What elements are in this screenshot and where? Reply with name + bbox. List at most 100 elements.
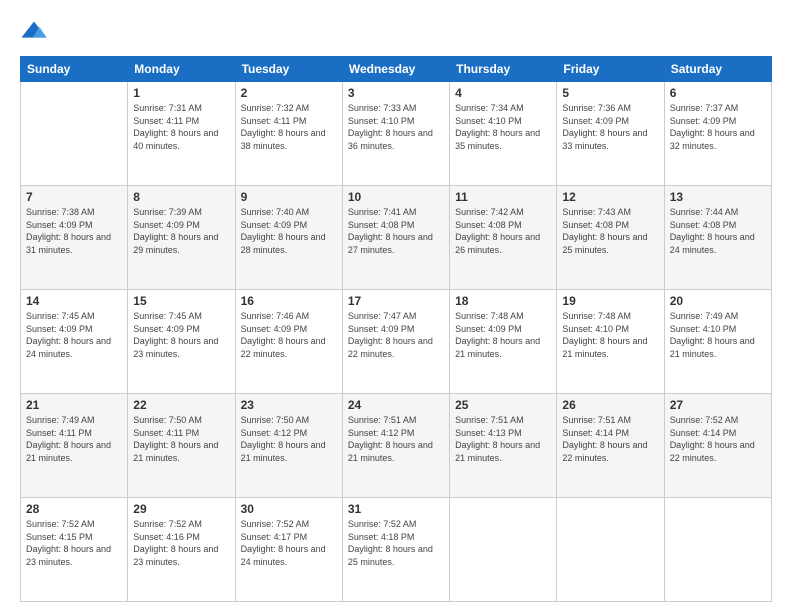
day-cell xyxy=(450,498,557,602)
day-info: Sunrise: 7:34 AMSunset: 4:10 PMDaylight:… xyxy=(455,102,551,152)
day-info: Sunrise: 7:50 AMSunset: 4:11 PMDaylight:… xyxy=(133,414,229,464)
day-number: 23 xyxy=(241,398,337,412)
day-info: Sunrise: 7:51 AMSunset: 4:13 PMDaylight:… xyxy=(455,414,551,464)
day-cell: 15 Sunrise: 7:45 AMSunset: 4:09 PMDayligh… xyxy=(128,290,235,394)
day-cell: 3 Sunrise: 7:33 AMSunset: 4:10 PMDaylight… xyxy=(342,82,449,186)
day-cell: 22 Sunrise: 7:50 AMSunset: 4:11 PMDayligh… xyxy=(128,394,235,498)
day-info: Sunrise: 7:47 AMSunset: 4:09 PMDaylight:… xyxy=(348,310,444,360)
day-info: Sunrise: 7:45 AMSunset: 4:09 PMDaylight:… xyxy=(133,310,229,360)
day-number: 20 xyxy=(670,294,766,308)
header xyxy=(20,18,772,46)
day-info: Sunrise: 7:50 AMSunset: 4:12 PMDaylight:… xyxy=(241,414,337,464)
day-info: Sunrise: 7:46 AMSunset: 4:09 PMDaylight:… xyxy=(241,310,337,360)
day-cell: 16 Sunrise: 7:46 AMSunset: 4:09 PMDayligh… xyxy=(235,290,342,394)
day-cell: 1Sunrise: 7:31 AMSunset: 4:11 PMDaylight… xyxy=(128,82,235,186)
day-number: 27 xyxy=(670,398,766,412)
day-number: 18 xyxy=(455,294,551,308)
day-number: 24 xyxy=(348,398,444,412)
day-info: Sunrise: 7:40 AMSunset: 4:09 PMDaylight:… xyxy=(241,206,337,256)
logo xyxy=(20,18,48,46)
day-info: Sunrise: 7:38 AMSunset: 4:09 PMDaylight:… xyxy=(26,206,122,256)
day-number: 3 xyxy=(348,86,444,100)
day-cell: 18 Sunrise: 7:48 AMSunset: 4:09 PMDayligh… xyxy=(450,290,557,394)
day-info: Sunrise: 7:45 AMSunset: 4:09 PMDaylight:… xyxy=(26,310,122,360)
day-cell: 23 Sunrise: 7:50 AMSunset: 4:12 PMDayligh… xyxy=(235,394,342,498)
day-info: Sunrise: 7:52 AMSunset: 4:17 PMDaylight:… xyxy=(241,518,337,568)
day-cell: 2 Sunrise: 7:32 AMSunset: 4:11 PMDaylight… xyxy=(235,82,342,186)
day-info: Sunrise: 7:39 AMSunset: 4:09 PMDaylight:… xyxy=(133,206,229,256)
day-number: 14 xyxy=(26,294,122,308)
day-number: 22 xyxy=(133,398,229,412)
day-number: 6 xyxy=(670,86,766,100)
day-number: 11 xyxy=(455,190,551,204)
weekday-header-wednesday: Wednesday xyxy=(342,57,449,82)
weekday-header-sunday: Sunday xyxy=(21,57,128,82)
day-number: 16 xyxy=(241,294,337,308)
day-info: Sunrise: 7:48 AMSunset: 4:09 PMDaylight:… xyxy=(455,310,551,360)
day-cell: 20 Sunrise: 7:49 AMSunset: 4:10 PMDayligh… xyxy=(664,290,771,394)
day-number: 13 xyxy=(670,190,766,204)
day-number: 4 xyxy=(455,86,551,100)
day-cell: 29Sunrise: 7:52 AMSunset: 4:16 PMDayligh… xyxy=(128,498,235,602)
day-cell: 7 Sunrise: 7:38 AMSunset: 4:09 PMDaylight… xyxy=(21,186,128,290)
day-number: 7 xyxy=(26,190,122,204)
weekday-header-thursday: Thursday xyxy=(450,57,557,82)
day-number: 10 xyxy=(348,190,444,204)
day-info: Sunrise: 7:37 AMSunset: 4:09 PMDaylight:… xyxy=(670,102,766,152)
week-row-1: 1Sunrise: 7:31 AMSunset: 4:11 PMDaylight… xyxy=(21,82,772,186)
day-cell: 10 Sunrise: 7:41 AMSunset: 4:08 PMDayligh… xyxy=(342,186,449,290)
week-row-2: 7 Sunrise: 7:38 AMSunset: 4:09 PMDaylight… xyxy=(21,186,772,290)
day-number: 19 xyxy=(562,294,658,308)
day-number: 26 xyxy=(562,398,658,412)
day-cell: 4 Sunrise: 7:34 AMSunset: 4:10 PMDaylight… xyxy=(450,82,557,186)
day-cell: 6 Sunrise: 7:37 AMSunset: 4:09 PMDaylight… xyxy=(664,82,771,186)
day-number: 5 xyxy=(562,86,658,100)
day-cell: 30 Sunrise: 7:52 AMSunset: 4:17 PMDayligh… xyxy=(235,498,342,602)
day-cell: 26 Sunrise: 7:51 AMSunset: 4:14 PMDayligh… xyxy=(557,394,664,498)
day-info: Sunrise: 7:42 AMSunset: 4:08 PMDaylight:… xyxy=(455,206,551,256)
weekday-header-monday: Monday xyxy=(128,57,235,82)
day-number: 8 xyxy=(133,190,229,204)
day-cell: 27 Sunrise: 7:52 AMSunset: 4:14 PMDayligh… xyxy=(664,394,771,498)
day-cell: 13 Sunrise: 7:44 AMSunset: 4:08 PMDayligh… xyxy=(664,186,771,290)
day-number: 12 xyxy=(562,190,658,204)
day-cell: 19Sunrise: 7:48 AMSunset: 4:10 PMDayligh… xyxy=(557,290,664,394)
day-cell: 25 Sunrise: 7:51 AMSunset: 4:13 PMDayligh… xyxy=(450,394,557,498)
week-row-5: 28 Sunrise: 7:52 AMSunset: 4:15 PMDayligh… xyxy=(21,498,772,602)
day-info: Sunrise: 7:44 AMSunset: 4:08 PMDaylight:… xyxy=(670,206,766,256)
day-info: Sunrise: 7:41 AMSunset: 4:08 PMDaylight:… xyxy=(348,206,444,256)
weekday-header-friday: Friday xyxy=(557,57,664,82)
day-info: Sunrise: 7:49 AMSunset: 4:10 PMDaylight:… xyxy=(670,310,766,360)
day-info: Sunrise: 7:51 AMSunset: 4:14 PMDaylight:… xyxy=(562,414,658,464)
day-info: Sunrise: 7:31 AMSunset: 4:11 PMDaylight:… xyxy=(133,102,229,152)
day-info: Sunrise: 7:36 AMSunset: 4:09 PMDaylight:… xyxy=(562,102,658,152)
day-number: 17 xyxy=(348,294,444,308)
day-info: Sunrise: 7:43 AMSunset: 4:08 PMDaylight:… xyxy=(562,206,658,256)
day-info: Sunrise: 7:49 AMSunset: 4:11 PMDaylight:… xyxy=(26,414,122,464)
day-number: 30 xyxy=(241,502,337,516)
day-number: 28 xyxy=(26,502,122,516)
day-number: 25 xyxy=(455,398,551,412)
weekday-header-saturday: Saturday xyxy=(664,57,771,82)
day-cell: 9 Sunrise: 7:40 AMSunset: 4:09 PMDaylight… xyxy=(235,186,342,290)
day-number: 2 xyxy=(241,86,337,100)
day-info: Sunrise: 7:51 AMSunset: 4:12 PMDaylight:… xyxy=(348,414,444,464)
day-cell: 5 Sunrise: 7:36 AMSunset: 4:09 PMDaylight… xyxy=(557,82,664,186)
day-number: 9 xyxy=(241,190,337,204)
calendar-table: SundayMondayTuesdayWednesdayThursdayFrid… xyxy=(20,56,772,602)
day-info: Sunrise: 7:52 AMSunset: 4:14 PMDaylight:… xyxy=(670,414,766,464)
day-info: Sunrise: 7:32 AMSunset: 4:11 PMDaylight:… xyxy=(241,102,337,152)
day-number: 15 xyxy=(133,294,229,308)
day-number: 21 xyxy=(26,398,122,412)
day-cell: 31 Sunrise: 7:52 AMSunset: 4:18 PMDayligh… xyxy=(342,498,449,602)
logo-icon xyxy=(20,18,48,46)
day-info: Sunrise: 7:33 AMSunset: 4:10 PMDaylight:… xyxy=(348,102,444,152)
day-info: Sunrise: 7:52 AMSunset: 4:18 PMDaylight:… xyxy=(348,518,444,568)
day-info: Sunrise: 7:52 AMSunset: 4:15 PMDaylight:… xyxy=(26,518,122,568)
day-cell: 14 Sunrise: 7:45 AMSunset: 4:09 PMDayligh… xyxy=(21,290,128,394)
day-cell: 17 Sunrise: 7:47 AMSunset: 4:09 PMDayligh… xyxy=(342,290,449,394)
week-row-4: 21 Sunrise: 7:49 AMSunset: 4:11 PMDayligh… xyxy=(21,394,772,498)
day-number: 29 xyxy=(133,502,229,516)
page: SundayMondayTuesdayWednesdayThursdayFrid… xyxy=(0,0,792,612)
day-number: 31 xyxy=(348,502,444,516)
